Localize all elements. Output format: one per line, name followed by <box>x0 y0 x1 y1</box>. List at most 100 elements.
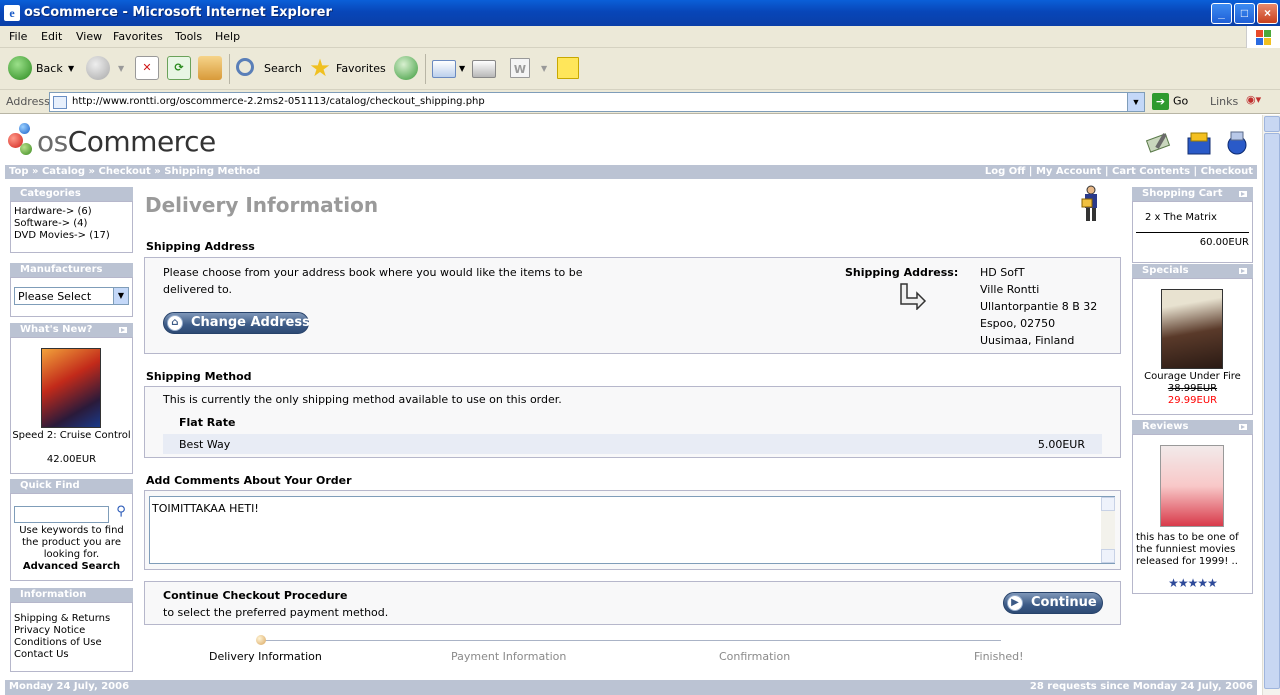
address-input[interactable]: http://www.rontti.org/oscommerce-2.2ms2-… <box>49 92 1145 112</box>
categories-box: Categories Hardware-> (6) Software-> (4)… <box>10 187 133 253</box>
specials-title[interactable]: Specials <box>1132 264 1253 278</box>
search-icon[interactable]: ⚲ <box>114 505 128 519</box>
change-address-button[interactable]: ⌂ Change Address <box>163 312 310 334</box>
menu-help[interactable]: Help <box>215 30 240 43</box>
scroll-thumb[interactable] <box>1264 133 1280 689</box>
breadcrumb-checkout[interactable]: Checkout <box>98 166 150 177</box>
scroll-down-icon[interactable] <box>1101 549 1115 563</box>
manufacturers-selected: Please Select <box>18 290 92 303</box>
back-dropdown-icon[interactable]: ▼ <box>68 64 74 73</box>
history-button[interactable] <box>394 56 418 82</box>
specials-product[interactable]: Courage Under Fire <box>1133 371 1252 382</box>
information-title: Information <box>10 588 133 602</box>
go-button[interactable]: ➔ Go <box>1152 93 1188 110</box>
continue-button[interactable]: ▶ Continue <box>1003 592 1103 614</box>
delivery-man-icon <box>1080 185 1102 223</box>
comments-scrollbar[interactable] <box>1101 497 1115 563</box>
stop-button[interactable]: ✕ <box>135 56 159 82</box>
breadcrumb-top[interactable]: Top <box>9 166 29 177</box>
menu-edit[interactable]: Edit <box>41 30 62 43</box>
edit-button[interactable]: W ▼ <box>510 56 548 82</box>
checkout-icon[interactable] <box>1223 129 1251 157</box>
print-button[interactable] <box>472 56 496 82</box>
refresh-button[interactable]: ⟳ <box>167 56 191 82</box>
whats-new-title[interactable]: What's New? <box>10 323 133 337</box>
links-label[interactable]: Links <box>1210 95 1238 108</box>
menu-tools[interactable]: Tools <box>175 30 202 43</box>
mail-button[interactable]: ▼ <box>432 56 468 82</box>
scroll-up-icon[interactable] <box>1264 116 1280 132</box>
progress-step-confirmation: Confirmation <box>719 650 791 663</box>
advanced-search-link[interactable]: Advanced Search <box>11 561 132 572</box>
maximize-button[interactable]: □ <box>1234 3 1255 24</box>
cart-contents-link[interactable]: Cart Contents <box>1112 166 1190 177</box>
checkout-progress: Delivery Information Payment Information… <box>144 635 1122 665</box>
note-button[interactable] <box>557 56 581 82</box>
browser-toolbar: Back ▼ ▼ ✕ ⟳ Search ★ Favorites ▼ W ▼ <box>0 48 1280 90</box>
my-account-link[interactable]: My Account <box>1036 166 1101 177</box>
shipping-method-note: This is currently the only shipping meth… <box>163 393 562 406</box>
word-edit-icon: W <box>510 58 530 78</box>
review-text[interactable]: this has to be one of the funniest movie… <box>1136 532 1252 568</box>
shipping-address-box: Please choose from your address book whe… <box>144 257 1121 354</box>
close-button[interactable]: × <box>1257 3 1278 24</box>
shipping-option-row[interactable]: Best Way 5.00EUR <box>163 434 1102 454</box>
whats-new-product[interactable]: Speed 2: Cruise Control <box>11 430 132 442</box>
back-button[interactable]: Back ▼ <box>8 56 78 82</box>
info-shipping-returns[interactable]: Shipping & Returns <box>14 613 129 625</box>
checkout-link[interactable]: Checkout <box>1201 166 1253 177</box>
favorites-button[interactable]: ★ Favorites <box>308 56 388 82</box>
category-dvd-movies[interactable]: DVD Movies-> (17) <box>14 230 129 242</box>
menu-view[interactable]: View <box>76 30 102 43</box>
box-arrow-icon <box>1239 424 1247 430</box>
search-button[interactable]: Search <box>236 56 302 82</box>
info-privacy-notice[interactable]: Privacy Notice <box>14 625 129 637</box>
address-url[interactable]: http://www.rontti.org/oscommerce-2.2ms2-… <box>72 96 485 107</box>
my-account-icon[interactable] <box>1145 129 1173 157</box>
home-button[interactable] <box>198 56 222 82</box>
cart-item[interactable]: 2 x The Matrix <box>1145 212 1217 223</box>
shopping-cart-box: Shopping Cart 2 x The Matrix 60.00EUR <box>1132 187 1253 263</box>
minimize-button[interactable]: _ <box>1211 3 1232 24</box>
shopping-cart-title[interactable]: Shopping Cart <box>1132 187 1253 201</box>
search-label: Search <box>264 62 302 75</box>
forward-button[interactable]: ▼ <box>86 56 126 82</box>
continue-subtitle: to select the preferred payment method. <box>163 606 389 619</box>
speed2-cover-image[interactable] <box>41 348 101 428</box>
cart-contents-icon[interactable] <box>1185 129 1213 157</box>
header-links: Log Off | My Account | Cart Contents | C… <box>985 166 1253 177</box>
translate-icon[interactable]: ◉▾ <box>1246 93 1272 110</box>
comments-box: TOIMITTAKAA HETI! <box>144 490 1121 570</box>
address-line: Ullantorpantie 8 B 32 <box>980 300 1098 313</box>
specials-new-price: 29.99EUR <box>1167 395 1218 406</box>
breadcrumb-catalog[interactable]: Catalog <box>42 166 85 177</box>
address-dropdown-icon[interactable]: ▼ <box>1127 93 1144 111</box>
menu-favorites[interactable]: Favorites <box>113 30 163 43</box>
category-hardware[interactable]: Hardware-> (6) <box>14 206 129 218</box>
page-scrollbar[interactable] <box>1262 115 1280 695</box>
edit-dropdown-icon[interactable]: ▼ <box>541 64 547 73</box>
theres-something-about-mary-cover-image[interactable] <box>1160 445 1224 527</box>
breadcrumb: Top » Catalog » Checkout » Shipping Meth… <box>9 166 260 177</box>
scroll-up-icon[interactable] <box>1101 497 1115 511</box>
forward-dropdown-icon[interactable]: ▼ <box>118 64 124 73</box>
menu-file[interactable]: File <box>9 30 27 43</box>
log-off-link[interactable]: Log Off <box>985 166 1025 177</box>
continue-title: Continue Checkout Procedure <box>163 589 348 602</box>
manufacturers-select[interactable]: Please Select ▼ <box>14 287 129 305</box>
reviews-body: this has to be one of the funniest movie… <box>1132 434 1253 594</box>
info-contact-us[interactable]: Contact Us <box>14 649 129 661</box>
courage-under-fire-cover-image[interactable] <box>1161 289 1223 369</box>
breadcrumb-shipping-method[interactable]: Shipping Method <box>164 166 260 177</box>
breadcrumb-sep: » <box>28 166 42 177</box>
information-list: Shipping & Returns Privacy Notice Condit… <box>10 602 133 672</box>
chevron-down-icon[interactable]: ▼ <box>113 288 128 304</box>
comments-textarea[interactable]: TOIMITTAKAA HETI! <box>149 496 1115 564</box>
info-conditions-of-use[interactable]: Conditions of Use <box>14 637 129 649</box>
windows-logo-icon <box>1246 26 1280 48</box>
quick-find-input[interactable] <box>14 506 109 523</box>
reviews-title[interactable]: Reviews <box>1132 420 1253 434</box>
mail-dropdown-icon[interactable]: ▼ <box>459 64 465 73</box>
category-software[interactable]: Software-> (4) <box>14 218 129 230</box>
shipping-option-name: Best Way <box>179 438 231 451</box>
